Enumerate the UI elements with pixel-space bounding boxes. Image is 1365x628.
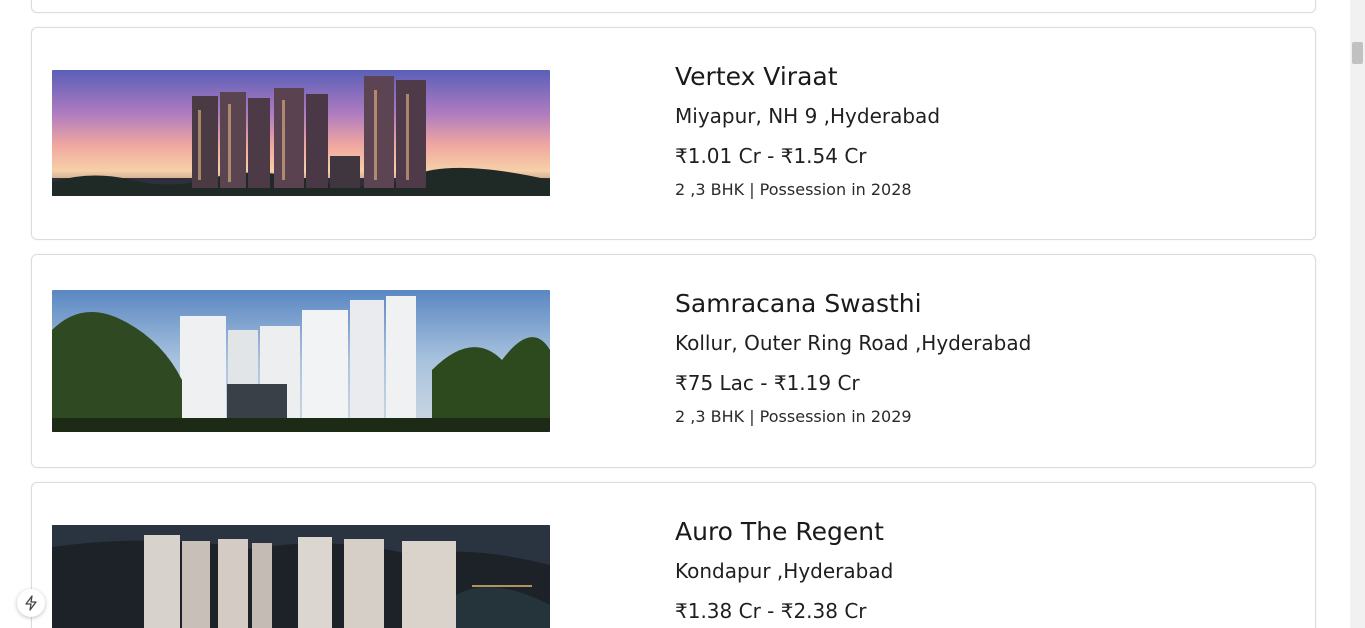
listing-location: Kollur, Outer Ring Road ,Hyderabad bbox=[675, 331, 1032, 355]
listing-price: ₹75 Lac - ₹1.19 Cr bbox=[675, 371, 860, 395]
listing-card[interactable]: Vertex Viraat Miyapur, NH 9 ,Hyderabad ₹… bbox=[31, 27, 1316, 240]
listing-location: Miyapur, NH 9 ,Hyderabad bbox=[675, 104, 941, 128]
listing-meta: 2 ,3 BHK | Possession in 2028 bbox=[675, 180, 912, 199]
listing-page: Vertex Viraat Miyapur, NH 9 ,Hyderabad ₹… bbox=[0, 0, 1365, 628]
property-image[interactable] bbox=[52, 70, 550, 196]
property-image[interactable] bbox=[52, 525, 550, 628]
scrollbar-thumb[interactable] bbox=[1352, 42, 1363, 64]
lightning-button[interactable] bbox=[17, 589, 45, 617]
scrollbar[interactable] bbox=[1350, 0, 1365, 628]
property-image[interactable] bbox=[52, 290, 550, 432]
listing-card-partial[interactable] bbox=[31, 0, 1316, 13]
listing-title[interactable]: Samracana Swasthi bbox=[675, 287, 1031, 321]
listing-price: ₹1.38 Cr - ₹2.38 Cr bbox=[675, 599, 867, 623]
lightning-icon bbox=[25, 595, 37, 611]
listing-price: ₹1.01 Cr - ₹1.54 Cr bbox=[675, 144, 867, 168]
listing-location: Kondapur ,Hyderabad bbox=[675, 559, 894, 583]
listing-info: Vertex Viraat Miyapur, NH 9 ,Hyderabad ₹… bbox=[675, 60, 940, 200]
listing-info: Samracana Swasthi Kollur, Outer Ring Roa… bbox=[675, 287, 1031, 427]
listing-title[interactable]: Vertex Viraat bbox=[675, 60, 940, 94]
listing-card[interactable]: Samracana Swasthi Kollur, Outer Ring Roa… bbox=[31, 254, 1316, 468]
listing-title[interactable]: Auro The Regent bbox=[675, 515, 893, 549]
listing-info: Auro The Regent Kondapur ,Hyderabad ₹1.3… bbox=[675, 515, 893, 624]
listing-meta: 2 ,3 BHK | Possession in 2029 bbox=[675, 407, 912, 426]
listing-card[interactable]: Auro The Regent Kondapur ,Hyderabad ₹1.3… bbox=[31, 482, 1316, 628]
